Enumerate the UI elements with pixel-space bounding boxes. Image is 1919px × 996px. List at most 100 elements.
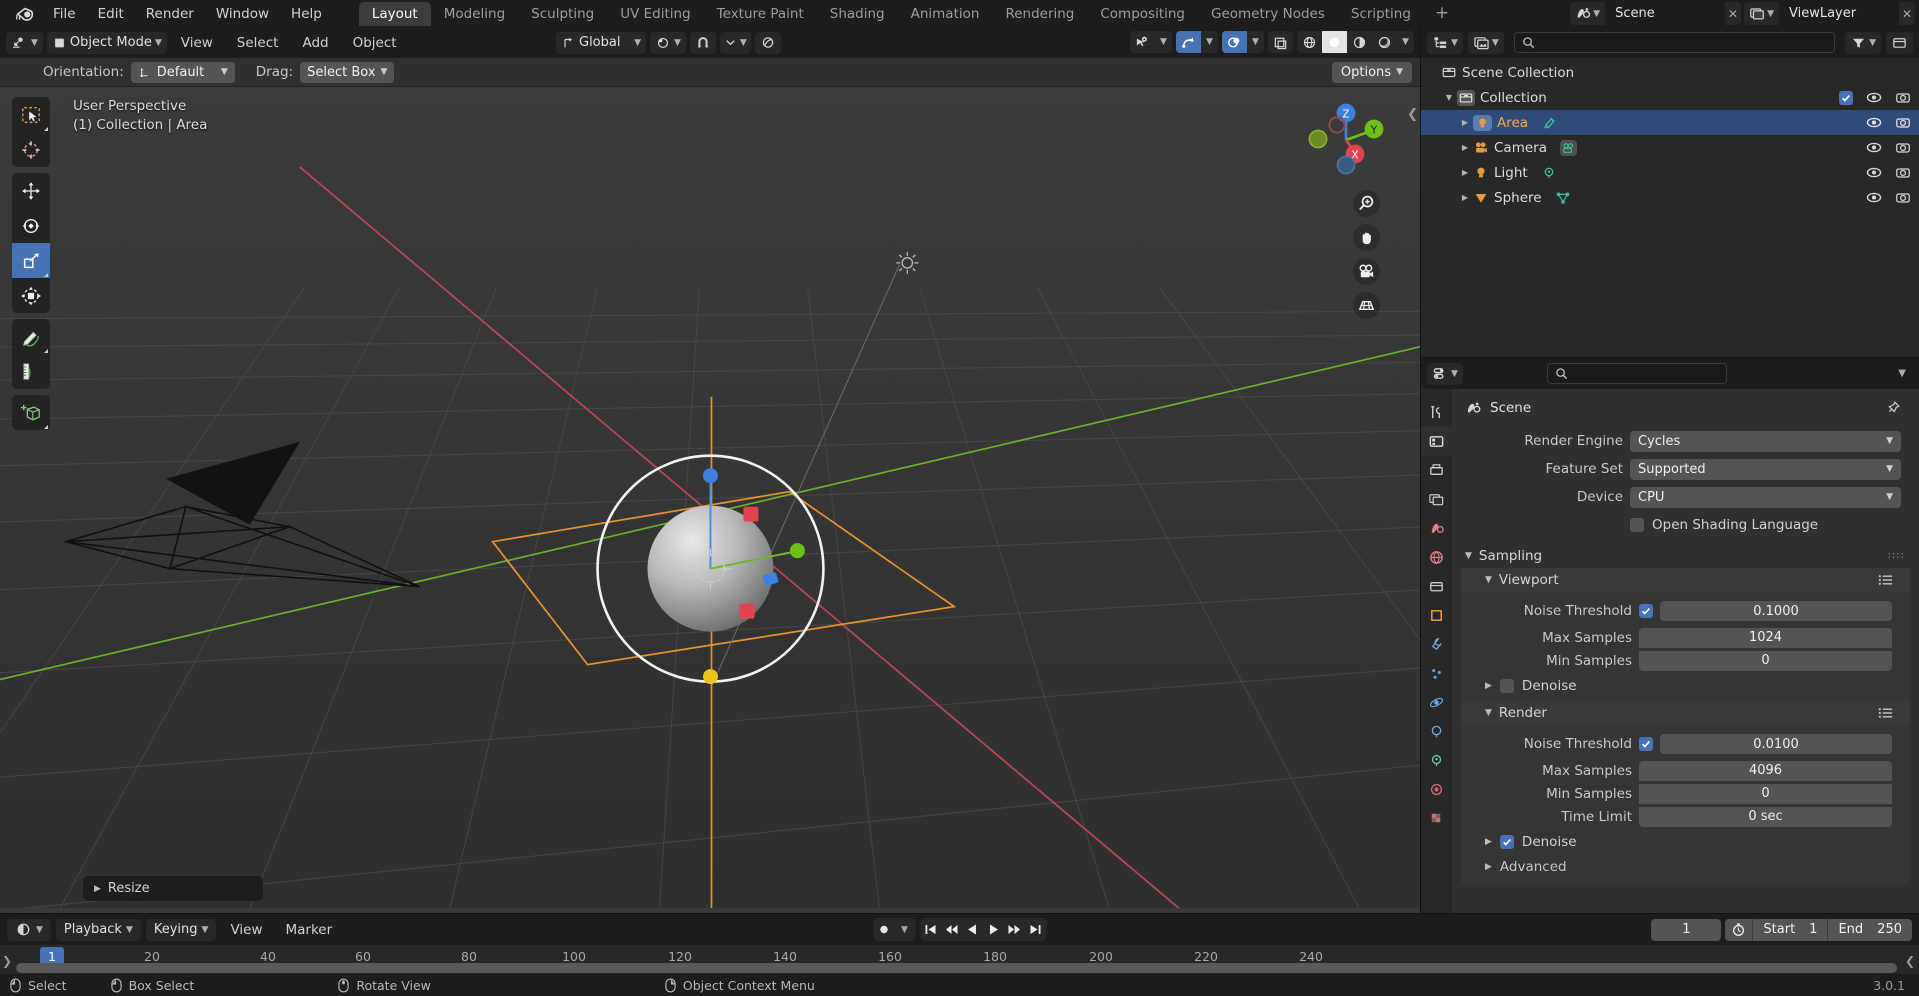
light-data-icon[interactable] — [1541, 115, 1558, 130]
tool-expand-corner[interactable] — [44, 127, 48, 131]
jump-start-icon[interactable] — [920, 918, 941, 941]
properties-tab-scene[interactable] — [1421, 514, 1452, 543]
tool-expand-corner[interactable] — [44, 425, 48, 429]
camera-render-icon[interactable] — [1895, 191, 1911, 204]
chevron-down-icon[interactable]: ▼ — [1485, 575, 1492, 585]
eye-visibility-icon[interactable] — [1866, 166, 1882, 179]
outliner-new-collection-icon[interactable] — [1886, 31, 1913, 54]
properties-editor-type-icon[interactable]: ▼ — [1427, 362, 1463, 385]
auto-keyframe-group[interactable]: ▼ — [873, 918, 915, 941]
outliner-tree[interactable]: Scene Collection ▼ Collection ▶ Area ▶ C… — [1421, 58, 1919, 357]
timeline-expand-chevron-icon[interactable]: ❯ — [2, 954, 12, 968]
tool-add-cube[interactable] — [12, 395, 50, 430]
play-icon[interactable] — [983, 918, 1004, 941]
outliner-row-camera[interactable]: ▶ Camera — [1421, 135, 1919, 160]
drag-dropdown[interactable]: Select Box ▼ — [300, 61, 395, 83]
viewport-menu-object[interactable]: Object — [343, 32, 407, 54]
expand-triangle-right-icon[interactable]: ▶ — [1457, 143, 1473, 152]
tool-scale[interactable] — [12, 243, 50, 278]
feature-set-dropdown[interactable]: Supported ▼ — [1630, 458, 1901, 480]
blender-logo-icon[interactable] — [12, 3, 38, 25]
viewport-denoise-checkbox[interactable] — [1499, 679, 1514, 693]
sampling-panel-header[interactable]: ▼ Sampling :::: — [1452, 544, 1919, 568]
tool-measure[interactable] — [12, 354, 50, 389]
tool-rotate[interactable] — [12, 208, 50, 243]
osl-checkbox[interactable] — [1630, 518, 1644, 532]
frame-end-field[interactable]: End 250 — [1828, 919, 1912, 941]
visibility-chevron-down-icon[interactable]: ▼ — [1155, 31, 1172, 53]
scene-selector[interactable]: ▼ Scene ✕ — [1570, 2, 1742, 25]
orientation-dropdown[interactable]: Default ▼ — [130, 61, 235, 83]
properties-tab-texture[interactable] — [1421, 804, 1452, 833]
properties-tab-constraints[interactable] — [1421, 717, 1452, 746]
scene-name[interactable]: Scene — [1605, 2, 1726, 25]
properties-tab-data[interactable] — [1421, 746, 1452, 775]
shading-chevron-down-icon[interactable]: ▼ — [1397, 31, 1414, 53]
ortho-persp-icon[interactable] — [1353, 292, 1380, 319]
chevron-down-icon[interactable]: ▼ — [1485, 708, 1492, 718]
device-dropdown[interactable]: CPU ▼ — [1630, 486, 1901, 508]
properties-tab-output[interactable] — [1421, 456, 1452, 485]
workspace-tab-modeling[interactable]: Modeling — [431, 2, 518, 26]
outliner-row-light[interactable]: ▶ Light — [1421, 160, 1919, 185]
workspace-tab-scripting[interactable]: Scripting — [1338, 2, 1424, 26]
render-subpanel-header[interactable]: ▼ Render — [1461, 701, 1910, 725]
viewport-min-samples-value[interactable]: 0 — [1639, 650, 1892, 671]
gizmo-toggle-group[interactable]: ▼ — [1176, 31, 1218, 53]
viewport-menu-add[interactable]: Add — [292, 32, 338, 54]
interaction-mode-selector[interactable]: Object Mode ▼ — [46, 31, 167, 54]
chevron-down-icon[interactable]: ▼ — [1465, 551, 1472, 561]
render-noise-threshold-value[interactable]: 0.0100 — [1660, 734, 1892, 754]
workspace-tab-rendering[interactable]: Rendering — [992, 2, 1087, 26]
properties-tab-modifiers[interactable] — [1421, 630, 1452, 659]
menu-render[interactable]: Render — [135, 3, 205, 25]
viewlayer-name[interactable]: ViewLayer — [1779, 2, 1899, 25]
operator-redo-panel[interactable]: ▶ Resize — [83, 876, 263, 901]
overlays-chevron-down-icon[interactable]: ▼ — [1247, 31, 1264, 53]
timeline-editor-type-icon[interactable]: ▼ — [7, 918, 51, 941]
render-engine-dropdown[interactable]: Cycles ▼ — [1630, 430, 1901, 452]
menu-edit[interactable]: Edit — [87, 3, 135, 25]
render-noise-threshold-checkbox[interactable] — [1639, 737, 1653, 751]
mesh-data-icon[interactable] — [1555, 190, 1571, 205]
workspace-tab-texture-paint[interactable]: Texture Paint — [704, 2, 817, 26]
timeline-scrollbar[interactable] — [16, 963, 1897, 973]
shading-solid-icon[interactable] — [1322, 31, 1347, 53]
transform-orientation-selector[interactable]: Global ▼ — [556, 31, 646, 54]
properties-tab-object[interactable] — [1421, 601, 1452, 630]
outliner-editor-type-icon[interactable]: ▼ — [1427, 31, 1463, 54]
workspace-tab-geometry-nodes[interactable]: Geometry Nodes — [1198, 2, 1338, 26]
menu-window[interactable]: Window — [205, 3, 280, 25]
xray-toggle[interactable] — [1268, 31, 1293, 53]
play-reverse-icon[interactable] — [962, 918, 983, 941]
camera-render-icon[interactable] — [1895, 166, 1911, 179]
workspace-tab-sculpting[interactable]: Sculpting — [518, 2, 607, 26]
navigation-gizmo[interactable]: Z Y X — [1305, 99, 1387, 181]
render-denoise-checkbox[interactable] — [1499, 835, 1514, 849]
scene-browse-icon[interactable]: ▼ — [1570, 2, 1606, 25]
tool-annotate[interactable] — [12, 319, 50, 354]
menu-help[interactable]: Help — [280, 3, 333, 25]
snap-settings-dropdown[interactable]: ▼ — [719, 31, 751, 54]
render-min-samples-value[interactable]: 0 — [1639, 783, 1892, 804]
advanced-row[interactable]: ▶ Advanced — [1461, 854, 1910, 880]
workspace-tab-layout[interactable]: Layout — [358, 1, 431, 26]
chevron-right-icon[interactable]: ▶ — [1485, 681, 1492, 691]
overlays-toggle-group[interactable]: ▼ — [1222, 31, 1264, 53]
shading-rendered-icon[interactable] — [1372, 31, 1397, 53]
chevron-right-icon[interactable]: ▶ — [1485, 837, 1492, 847]
jump-end-icon[interactable] — [1025, 918, 1046, 941]
viewport-noise-threshold-value[interactable]: 0.1000 — [1660, 601, 1892, 621]
gizmo-toggle-icon[interactable] — [1176, 31, 1201, 53]
viewport-max-samples-value[interactable]: 1024 — [1639, 627, 1892, 648]
camera-render-icon[interactable] — [1895, 116, 1911, 129]
tool-move[interactable] — [12, 173, 50, 208]
light-point-data-icon[interactable] — [1541, 165, 1557, 180]
tool-transform[interactable] — [12, 278, 50, 313]
outliner-row-sphere[interactable]: ▶ Sphere — [1421, 185, 1919, 210]
workspace-tab-shading[interactable]: Shading — [817, 2, 898, 26]
3d-viewport[interactable]: User Perspective (1) Collection | Area Z… — [0, 87, 1420, 913]
properties-tab-particles[interactable] — [1421, 659, 1452, 688]
camera-view-icon[interactable] — [1353, 258, 1380, 285]
camera-render-icon[interactable] — [1895, 141, 1911, 154]
